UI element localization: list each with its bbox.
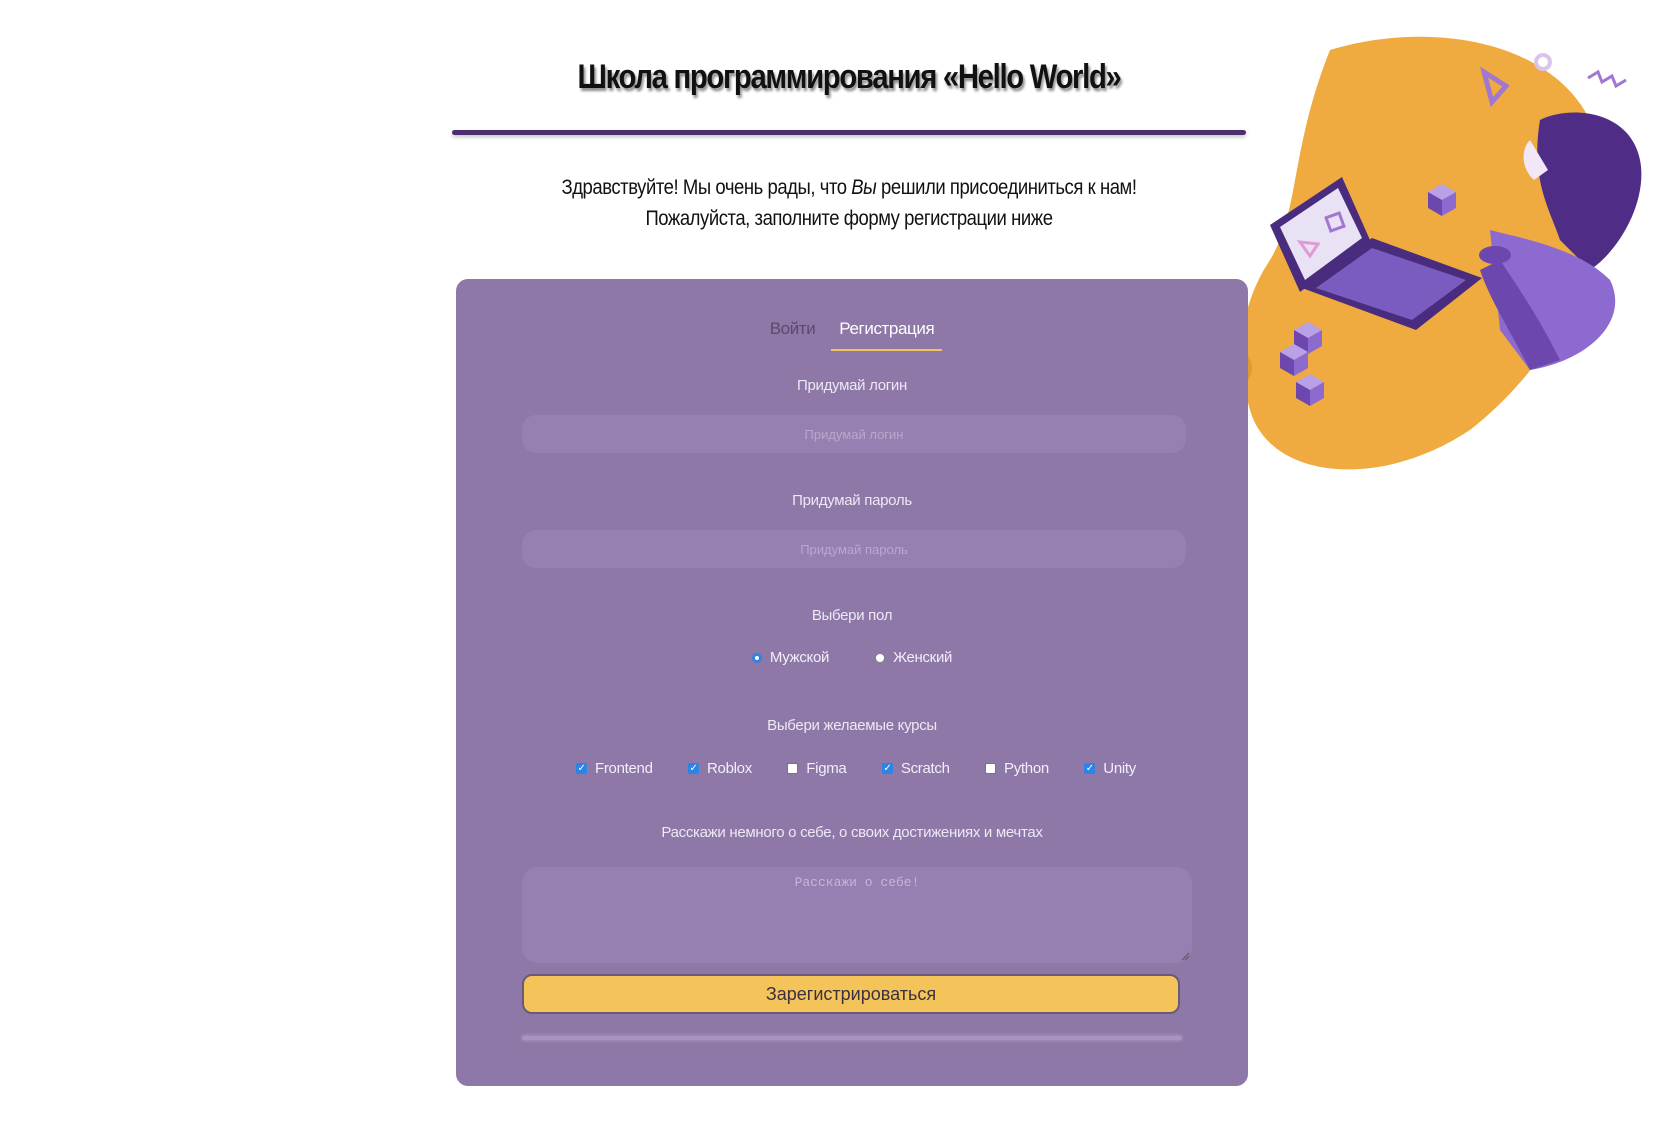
ring-decor-icon — [1534, 53, 1552, 71]
card-bottom-divider — [522, 1036, 1182, 1040]
greeting-part: решили присоединиться к нам! — [876, 176, 1137, 199]
course-option-label: Frontend — [595, 760, 653, 777]
course-option-label: Figma — [806, 760, 847, 777]
gender-option-label: Женский — [893, 649, 953, 666]
course-option-python[interactable]: Python — [985, 760, 1049, 777]
checkbox-unchecked-icon[interactable] — [787, 763, 799, 774]
registration-card: Войти Регистрация Придумай логин Придума… — [456, 279, 1248, 1086]
courses-options: ✓ Frontend ✓ Roblox Figma ✓ Scratch Pyth… — [576, 760, 1136, 777]
zigzag-decor-icon — [1587, 69, 1627, 89]
gender-option-male[interactable]: Мужской — [751, 649, 830, 666]
gender-option-female[interactable]: Женский — [875, 649, 952, 666]
gender-options: Мужской Женский — [456, 649, 1248, 666]
resize-grip-icon[interactable] — [1180, 951, 1190, 961]
greeting-emphasis: Вы — [851, 176, 877, 199]
course-option-unity[interactable]: ✓ Unity — [1084, 760, 1136, 777]
gender-option-label: Мужской — [769, 649, 830, 666]
courses-label: Выбери желаемые курсы — [767, 717, 937, 734]
page-title: Школа программирования «Hello World» — [577, 58, 1121, 96]
checkbox-checked-icon[interactable]: ✓ — [1084, 763, 1096, 774]
course-option-label: Scratch — [900, 760, 950, 777]
greeting-line-1: Здравствуйте! Мы очень рады, что Вы реши… — [500, 172, 1199, 203]
radio-checked-icon[interactable] — [751, 652, 762, 663]
register-button[interactable]: Зарегистрироваться — [522, 974, 1180, 1014]
hero-illustration — [1230, 36, 1642, 470]
password-input[interactable] — [522, 530, 1186, 568]
course-option-label: Python — [1004, 760, 1049, 777]
about-textarea[interactable] — [522, 867, 1192, 963]
greeting-line-2: Пожалуйста, заполните форму регистрации … — [645, 207, 1053, 230]
course-option-label: Unity — [1103, 760, 1136, 777]
greeting-text: Здравствуйте! Мы очень рады, что Вы реши… — [452, 172, 1246, 234]
course-option-frontend[interactable]: ✓ Frontend — [576, 760, 653, 777]
login-input[interactable] — [522, 415, 1186, 453]
course-option-figma[interactable]: Figma — [787, 760, 847, 777]
radio-unchecked-icon[interactable] — [875, 652, 886, 663]
tab-register[interactable]: Регистрация — [831, 309, 943, 351]
course-option-label: Roblox — [707, 760, 752, 777]
tab-login[interactable]: Войти — [762, 309, 824, 351]
checkbox-unchecked-icon[interactable] — [985, 763, 996, 774]
checkbox-checked-icon[interactable]: ✓ — [688, 763, 700, 774]
course-option-roblox[interactable]: ✓ Roblox — [688, 760, 752, 777]
login-label: Придумай логин — [797, 377, 907, 394]
greeting-part: Здравствуйте! Мы очень рады, что — [561, 176, 852, 199]
course-option-scratch[interactable]: ✓ Scratch — [881, 760, 950, 777]
title-divider — [452, 130, 1246, 135]
password-label: Придумай пароль — [792, 492, 912, 509]
about-label: Расскажи немного о себе, о своих достиже… — [661, 824, 1043, 841]
checkbox-checked-icon[interactable]: ✓ — [576, 763, 587, 774]
gender-label: Выбери пол — [811, 607, 893, 624]
auth-tabs: Войти Регистрация — [456, 309, 1248, 351]
checkbox-checked-icon[interactable]: ✓ — [881, 763, 893, 774]
